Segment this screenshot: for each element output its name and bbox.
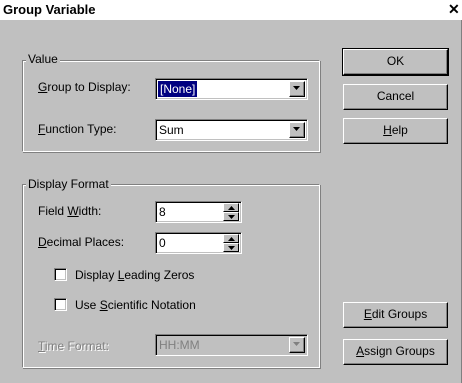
scientific-notation-checkbox[interactable] bbox=[54, 298, 67, 311]
display-format-legend: Display Format bbox=[26, 177, 111, 191]
scientific-notation-label[interactable]: Use Scientific Notation bbox=[75, 298, 196, 312]
function-type-label: Function Type: bbox=[38, 122, 117, 136]
function-type-select[interactable]: Sum bbox=[155, 119, 308, 141]
field-width-spin-buttons[interactable] bbox=[223, 203, 239, 221]
chevron-down-icon bbox=[289, 337, 305, 353]
arrow-down-icon[interactable] bbox=[223, 212, 239, 221]
assign-groups-button[interactable]: Assign Groups bbox=[343, 339, 448, 365]
time-format-label: Time Format: bbox=[38, 339, 109, 353]
field-width-spinner[interactable]: 8 bbox=[155, 201, 242, 223]
ok-button[interactable]: OK bbox=[342, 48, 449, 76]
function-type-value: Sum bbox=[159, 123, 184, 137]
edit-groups-button[interactable]: Edit Groups bbox=[343, 302, 448, 328]
close-icon[interactable]: ✕ bbox=[448, 1, 462, 17]
decimal-places-value: 0 bbox=[159, 236, 166, 250]
arrow-up-icon[interactable] bbox=[223, 203, 239, 212]
arrow-up-icon[interactable] bbox=[223, 234, 239, 243]
group-variable-dialog: Group Variable ✕ Value Group to Display:… bbox=[0, 0, 462, 383]
group-to-display-select[interactable]: [None] bbox=[155, 78, 308, 100]
decimal-places-spinner[interactable]: 0 bbox=[155, 232, 242, 254]
group-to-display-label: Group to Display: bbox=[38, 80, 131, 94]
window-title: Group Variable bbox=[3, 2, 96, 17]
decimal-places-label: Decimal Places: bbox=[38, 235, 125, 249]
display-leading-zeros-checkbox[interactable] bbox=[54, 268, 67, 281]
field-width-label: Field Width: bbox=[38, 204, 102, 218]
cancel-button[interactable]: Cancel bbox=[343, 84, 448, 110]
time-format-value: HH:MM bbox=[159, 338, 200, 352]
help-button[interactable]: Help bbox=[343, 118, 448, 144]
chevron-down-icon[interactable] bbox=[289, 122, 305, 138]
display-leading-zeros-label[interactable]: Display Leading Zeros bbox=[75, 268, 194, 282]
field-width-value: 8 bbox=[159, 205, 166, 219]
chevron-down-icon[interactable] bbox=[289, 81, 305, 97]
value-group-legend: Value bbox=[26, 52, 60, 66]
title-bar[interactable]: Group Variable ✕ bbox=[0, 0, 462, 20]
decimal-places-spin-buttons[interactable] bbox=[223, 234, 239, 252]
time-format-select: HH:MM bbox=[155, 334, 308, 356]
group-to-display-value: [None] bbox=[158, 81, 198, 97]
arrow-down-icon[interactable] bbox=[223, 243, 239, 252]
